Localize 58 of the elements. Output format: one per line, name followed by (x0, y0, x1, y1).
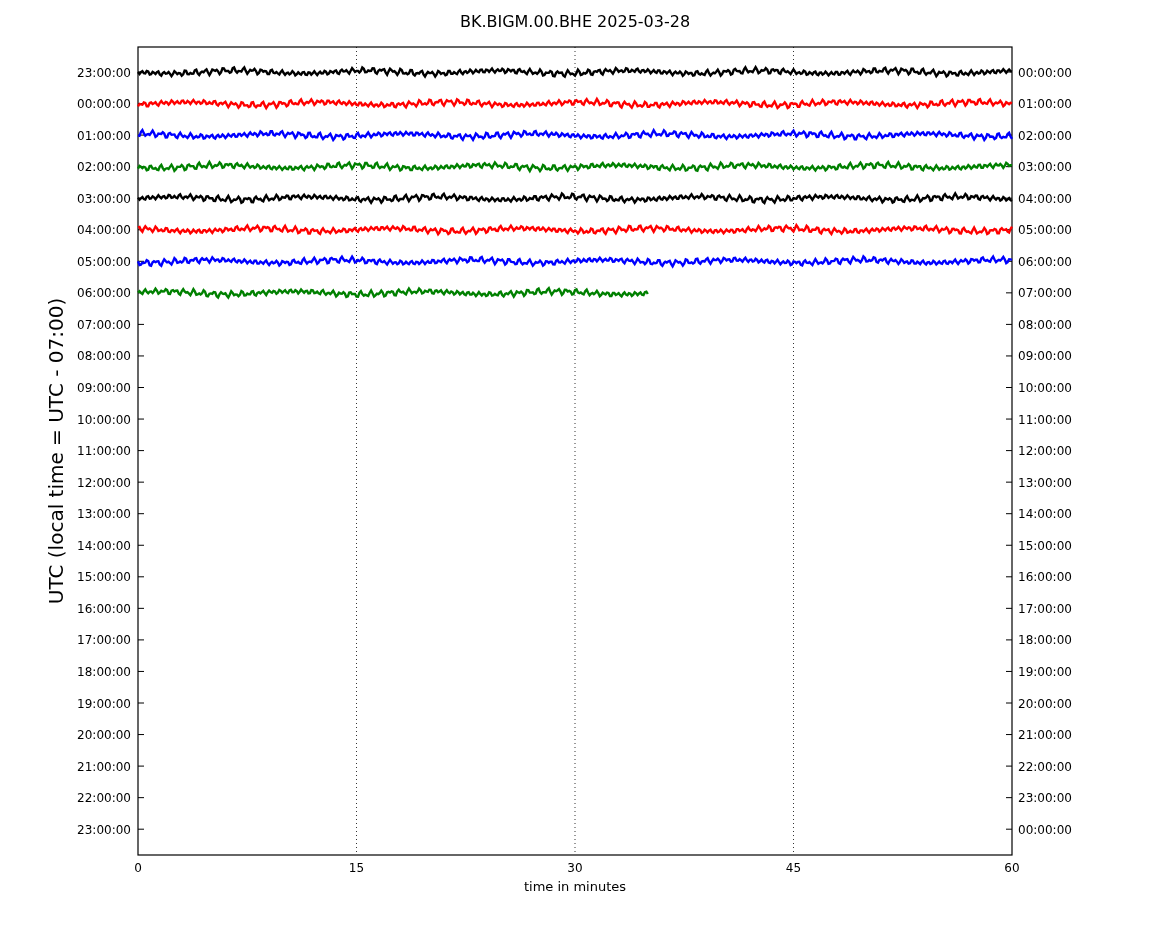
right-tick-label: 01:00:00 (1018, 97, 1072, 112)
y-axis-label: UTC (local time = UTC - 07:00) (44, 297, 68, 605)
x-tick-label: 45 (785, 861, 802, 875)
y-tick-label: 01:00:00 (77, 128, 131, 143)
right-tick-label: 21:00:00 (1018, 728, 1072, 743)
right-tick-label: 05:00:00 (1018, 223, 1072, 238)
right-tick-label: 03:00:00 (1018, 160, 1072, 175)
right-tick-label: 17:00:00 (1018, 601, 1072, 616)
x-tick-label: 30 (567, 861, 583, 875)
y-tick-label: 14:00:00 (77, 538, 131, 553)
y-tick-label: 03:00:00 (77, 191, 131, 206)
x-tick-label: 15 (348, 861, 365, 875)
y-tick-label: 23:00:00 (77, 65, 131, 80)
right-tick-label: 14:00:00 (1018, 507, 1072, 522)
right-tick-label: 10:00:00 (1018, 381, 1072, 395)
y-tick-label: 05:00:00 (77, 254, 131, 269)
right-tick-label: 12:00:00 (1018, 444, 1072, 459)
y-tick-label: 08:00:00 (77, 349, 131, 364)
y-tick-label: 07:00:00 (77, 317, 131, 332)
right-tick-label: 08:00:00 (1018, 317, 1072, 332)
right-tick-label: 07:00:00 (1018, 286, 1072, 301)
x-tick-label: 60 (1004, 861, 1020, 875)
right-tick-label: 02:00:00 (1018, 128, 1072, 143)
y-tick-label: 19:00:00 (77, 696, 131, 711)
y-tick-label: 13:00:00 (77, 507, 131, 522)
y-tick-label: 11:00:00 (77, 444, 131, 459)
chart-title: BK.BIGM.00.BHE 2025-03-28 (459, 12, 691, 31)
y-tick-label: 22:00:00 (77, 791, 131, 806)
right-tick-label: 15:00:00 (1018, 538, 1072, 553)
y-tick-label: 15:00:00 (77, 570, 131, 585)
right-tick-label: 09:00:00 (1018, 349, 1072, 364)
y-tick-label: 04:00:00 (77, 223, 131, 238)
right-tick-label: 00:00:00 (1018, 65, 1072, 80)
right-tick-label: 04:00:00 (1018, 191, 1072, 206)
x-tick-label: 0 (134, 861, 142, 875)
right-tick-label: 13:00:00 (1018, 475, 1072, 490)
y-tick-label: 12:00:00 (77, 475, 131, 490)
y-tick-label: 02:00:00 (77, 160, 131, 175)
right-tick-label: 18:00:00 (1018, 633, 1072, 648)
y-tick-label: 21:00:00 (77, 759, 131, 774)
y-tick-label: 20:00:00 (77, 728, 131, 743)
x-axis-label: time in minutes (523, 879, 627, 894)
right-tick-label: 20:00:00 (1018, 696, 1072, 711)
right-tick-label: 11:00:00 (1018, 412, 1072, 427)
right-tick-label: 00:00:00 (1018, 822, 1072, 837)
y-tick-label: 10:00:00 (77, 412, 131, 427)
y-tick-label: 06:00:00 (77, 286, 131, 301)
right-tick-label: 16:00:00 (1018, 570, 1072, 585)
y-tick-label: 00:00:00 (77, 97, 131, 112)
right-tick-label: 23:00:00 (1018, 791, 1072, 806)
right-tick-label: 06:00:00 (1018, 254, 1072, 269)
y-tick-label: 09:00:00 (77, 381, 131, 395)
y-tick-label: 18:00:00 (77, 664, 131, 679)
right-tick-label: 22:00:00 (1018, 759, 1072, 774)
y-tick-label: 23:00:00 (77, 822, 131, 837)
y-tick-label: 16:00:00 (77, 601, 131, 616)
right-tick-label: 19:00:00 (1018, 664, 1072, 679)
y-tick-label: 17:00:00 (77, 633, 131, 648)
